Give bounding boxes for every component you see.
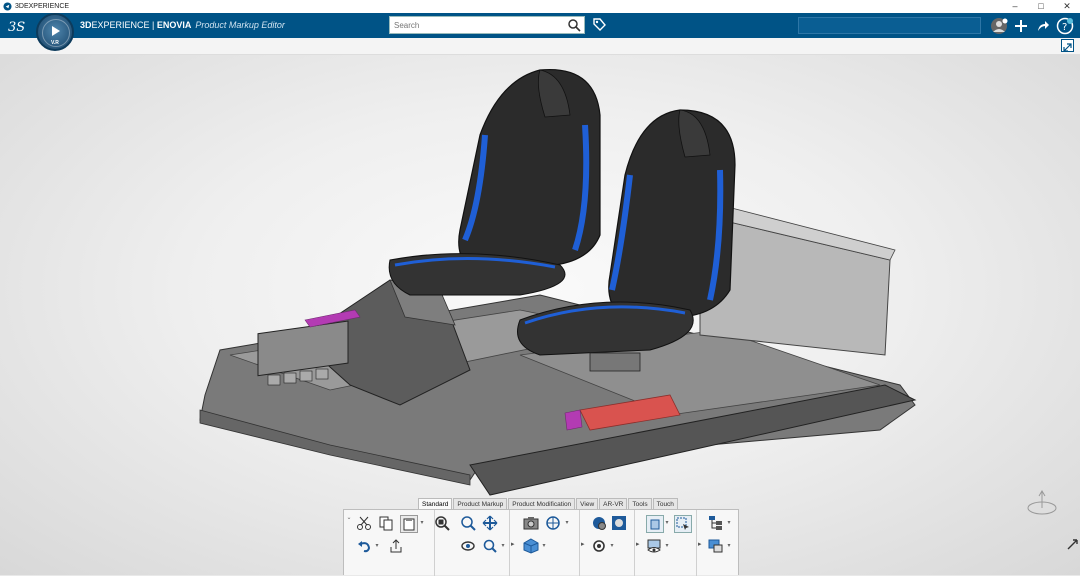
- tab-touch[interactable]: Touch: [652, 498, 678, 509]
- view-cube-icon[interactable]: [523, 538, 539, 554]
- avatar-icon[interactable]: [988, 15, 1010, 37]
- cursor-icon: [1067, 539, 1078, 550]
- pan-icon[interactable]: [482, 515, 498, 531]
- maximize-button[interactable]: □: [1028, 1, 1054, 12]
- group-capture: ▸ ▾ ▾: [509, 510, 580, 576]
- svg-text:3S: 3S: [8, 20, 25, 35]
- tab-view[interactable]: View: [576, 498, 599, 509]
- brand-product: ENOVIA: [156, 20, 192, 30]
- os-title-bar: 3DEXPERIENCE – □ ✕: [0, 0, 1080, 13]
- undo-icon[interactable]: [356, 538, 372, 554]
- tree-dropdown-icon[interactable]: ▾: [726, 519, 732, 527]
- render-dropdown-icon[interactable]: ▾: [609, 542, 615, 550]
- os-window-title: 3DEXPERIENCE: [15, 3, 70, 10]
- plus-icon[interactable]: [1010, 15, 1032, 37]
- fit-all-icon[interactable]: [434, 515, 450, 531]
- compass-button[interactable]: V.R: [36, 13, 74, 51]
- fullscreen-toggle-icon[interactable]: [1061, 39, 1074, 52]
- search-icon[interactable]: [567, 18, 581, 32]
- compass-version: V.R: [51, 40, 59, 46]
- copy-icon[interactable]: [378, 515, 394, 531]
- paste-dropdown-icon[interactable]: ▾: [419, 519, 425, 527]
- tab-product-modification[interactable]: Product Modification: [508, 498, 576, 509]
- render-settings-icon[interactable]: [591, 538, 607, 554]
- select-icon[interactable]: [674, 515, 692, 533]
- tab-standard[interactable]: Standard: [418, 498, 453, 509]
- app-logo-icon: [3, 2, 12, 11]
- app-name: Product Markup Editor: [195, 20, 285, 30]
- view-cube-dropdown-icon[interactable]: ▾: [541, 542, 547, 550]
- tab-product-markup[interactable]: Product Markup: [453, 498, 508, 509]
- minimize-button[interactable]: –: [1002, 1, 1028, 12]
- sub-bar: [0, 38, 1080, 55]
- export-icon[interactable]: [388, 538, 404, 554]
- shading-icon[interactable]: [591, 515, 607, 531]
- ambience-icon[interactable]: [611, 515, 627, 531]
- cut-icon[interactable]: [356, 515, 372, 531]
- search-input[interactable]: [390, 20, 567, 30]
- view-options-dropdown-icon[interactable]: ▾: [564, 519, 570, 527]
- help-icon[interactable]: ?: [1054, 15, 1076, 37]
- capture-icon[interactable]: [523, 515, 539, 531]
- action-bar-tabs: Standard Product Markup Product Modifica…: [418, 498, 679, 509]
- expand-arrow-icon-3[interactable]: ▸: [636, 540, 640, 548]
- structure-icon[interactable]: [708, 538, 724, 554]
- structure-dropdown-icon[interactable]: ▾: [726, 542, 732, 550]
- box-dropdown-icon[interactable]: ▾: [664, 519, 670, 527]
- group-display: ▸ ▾ ▾: [634, 510, 697, 576]
- share-icon[interactable]: [1032, 15, 1054, 37]
- svg-text:?: ?: [1062, 22, 1067, 33]
- expand-arrow-icon-4[interactable]: ▸: [698, 540, 702, 548]
- view-options-icon[interactable]: [545, 515, 561, 531]
- group-clipboard: ▾ ▾: [344, 510, 435, 576]
- group-visualization: ▸ ▾: [579, 510, 635, 576]
- hide-show-dropdown-icon[interactable]: ▾: [664, 542, 670, 550]
- group-navigation: ▾: [434, 510, 510, 576]
- search-bar[interactable]: [389, 16, 585, 34]
- top-bar-field[interactable]: [798, 17, 981, 34]
- play-icon[interactable]: [52, 26, 60, 36]
- group-tree: ▸ ▾ ▾: [696, 510, 740, 576]
- tab-ar-vr[interactable]: AR-VR: [599, 498, 628, 509]
- tag-icon[interactable]: [592, 17, 606, 33]
- brand-title: 3DEXPERIENCE | ENOVIA Product Markup Edit…: [80, 13, 285, 38]
- rotate-icon[interactable]: [460, 538, 476, 554]
- action-bar: ⌄ ▾ ▾ ▾ ▸ ▾ ▾ ▸ ▾ ▸ ▾ ▾ ▸ ▾ ▾: [343, 509, 740, 576]
- brand-experience: EXPERIENCE |: [91, 20, 157, 30]
- 3d-viewport[interactable]: [0, 55, 1080, 575]
- zoom-dropdown-icon[interactable]: ▾: [500, 542, 506, 550]
- top-bar: 3S 3DEXPERIENCE | ENOVIA Product Markup E…: [0, 13, 1080, 38]
- brand-3d: 3D: [80, 20, 92, 30]
- ds-logo-icon[interactable]: 3S: [7, 17, 29, 35]
- expand-arrow-icon[interactable]: ▸: [511, 540, 515, 548]
- zoom-area-icon[interactable]: [482, 538, 498, 554]
- hide-show-icon[interactable]: [646, 538, 662, 554]
- paste-icon[interactable]: [400, 515, 418, 533]
- tab-tools[interactable]: Tools: [628, 498, 652, 509]
- box-icon[interactable]: [646, 515, 664, 533]
- 3d-model-scene[interactable]: [0, 55, 1080, 575]
- magenta-highlight-part-2[interactable]: [564, 409, 583, 431]
- zoom-icon[interactable]: [460, 515, 476, 531]
- undo-dropdown-icon[interactable]: ▾: [374, 542, 380, 550]
- close-button[interactable]: ✕: [1054, 1, 1080, 12]
- 3d-compass-icon[interactable]: [1022, 488, 1062, 520]
- seat-left[interactable]: [388, 68, 601, 296]
- tree-icon[interactable]: [708, 515, 724, 531]
- expand-arrow-icon-2[interactable]: ▸: [581, 540, 585, 548]
